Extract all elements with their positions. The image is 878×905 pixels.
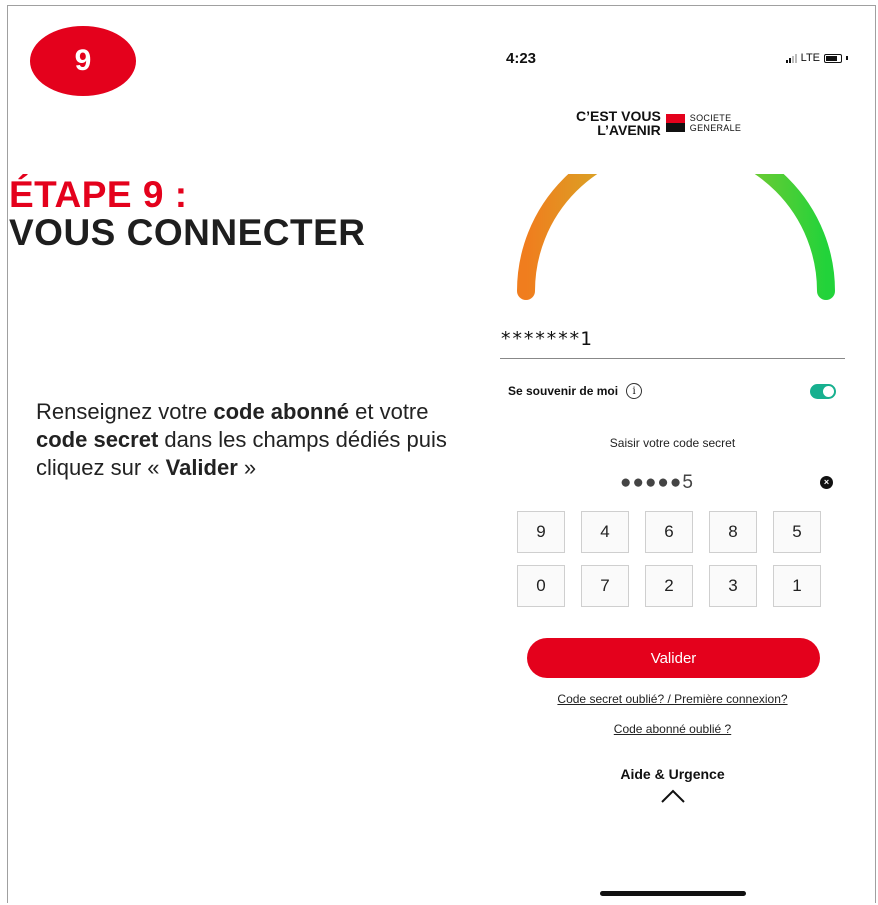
help-emergency-label[interactable]: Aide & Urgence [500, 766, 845, 782]
instructions-bold-valider: Valider [165, 455, 238, 480]
home-indicator [600, 891, 746, 896]
keypad-key[interactable]: 7 [581, 565, 629, 607]
instructions-part: » [237, 455, 257, 480]
instructions-bold-code-abonne: code abonné [213, 399, 350, 424]
logo-slogan: C’EST VOUS L’AVENIR [576, 109, 661, 137]
keypad-key[interactable]: 2 [645, 565, 693, 607]
keypad-key[interactable]: 8 [709, 511, 757, 553]
logo-mark-icon [665, 114, 685, 132]
validate-button[interactable]: Valider [527, 638, 820, 678]
chevron-up-icon[interactable] [660, 788, 686, 804]
logo-brand: SOCIETE GENERALE [690, 113, 741, 133]
clear-icon[interactable]: × [820, 476, 833, 489]
step-title-line2: VOUS CONNECTER [9, 212, 366, 253]
instructions-part: et votre [349, 399, 429, 424]
logo-slogan-line2: L’AVENIR [597, 122, 661, 138]
battery-tip [846, 56, 848, 60]
instructions-part: Renseignez votre [36, 399, 214, 424]
societe-generale-logo: C’EST VOUS L’AVENIR SOCIETE GENERALE [576, 109, 741, 137]
forgot-code-link[interactable]: Code abonné oublié ? [500, 722, 845, 736]
remember-me: Se souvenir de moi i [508, 383, 643, 399]
secret-keypad: 9 4 6 8 5 0 7 2 3 1 [517, 511, 821, 607]
security-gauge-arc [517, 174, 835, 300]
remember-me-toggle[interactable] [810, 384, 836, 399]
logo-brand-line1: SOCIETE [689, 113, 732, 123]
step-number: 9 [74, 44, 92, 77]
logo-brand-line2: GENERALE [689, 123, 742, 133]
keypad-key[interactable]: 3 [709, 565, 757, 607]
battery-icon [824, 53, 842, 63]
secret-code-label: Saisir votre code secret [609, 436, 736, 450]
keypad-key[interactable]: 6 [645, 511, 693, 553]
instructions-bold-code-secret: code secret [36, 427, 159, 452]
network-label: LTE [800, 52, 820, 64]
phone-screen: 4:23 LTE C’EST VOUS L’AVENIR SOCIETE GEN… [500, 40, 852, 902]
secret-code-field[interactable]: ●●●●●5 [620, 472, 694, 494]
status-time: 4:23 [506, 50, 537, 67]
keypad-key[interactable]: 5 [773, 511, 821, 553]
keypad-key[interactable]: 0 [517, 565, 565, 607]
remember-me-label: Se souvenir de moi [508, 384, 619, 398]
code-abonne-input[interactable]: *******1 [500, 328, 845, 359]
keypad-key[interactable]: 1 [773, 565, 821, 607]
keypad-key[interactable]: 4 [581, 511, 629, 553]
logo-slogan-line1: C’EST VOUS [576, 108, 661, 124]
info-icon[interactable]: i [626, 383, 643, 399]
keypad-key[interactable]: 9 [517, 511, 565, 553]
status-indicators: LTE [785, 52, 848, 64]
forgot-secret-link[interactable]: Code secret oublié? / Première connexion… [500, 692, 845, 706]
step-number-badge: 9 [30, 26, 136, 96]
step-title: ÉTAPE 9 : VOUS CONNECTER [9, 176, 365, 252]
signal-icon [785, 53, 797, 63]
step-title-line1: ÉTAPE 9 : [9, 174, 188, 215]
instructions-text: Renseignez votre code abonné et votre co… [36, 398, 476, 482]
